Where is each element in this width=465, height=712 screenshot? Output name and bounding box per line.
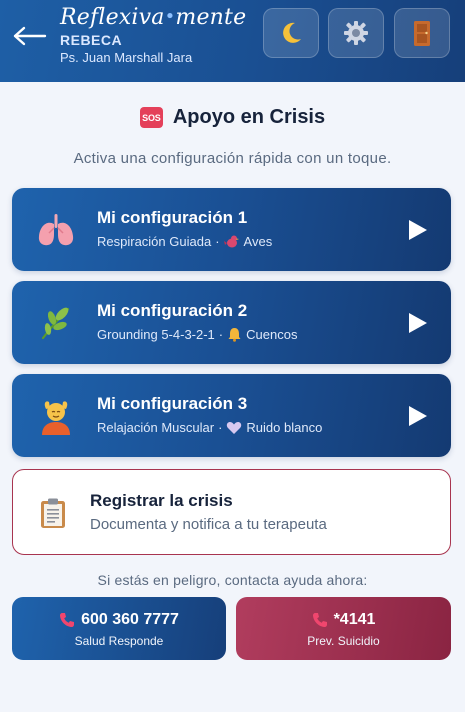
leaf-icon — [36, 303, 76, 343]
config-sound: Cuencos — [246, 327, 298, 342]
gear-icon — [344, 21, 368, 45]
call-salud-responde-button[interactable]: 600 360 7777 Salud Responde — [12, 597, 226, 660]
clipboard-icon — [41, 498, 65, 528]
massage-icon — [36, 396, 76, 436]
heart-icon — [227, 421, 242, 434]
phone-icon — [312, 613, 327, 627]
config-details: Relajación Muscular · Ruido blanco — [97, 420, 322, 435]
brand-left: Reflexiva — [60, 5, 165, 30]
help-number-text: 600 360 7777 — [81, 611, 179, 628]
bird-icon — [223, 235, 239, 248]
settings-button[interactable] — [328, 8, 384, 58]
dark-mode-button[interactable] — [263, 8, 319, 58]
config-sound: Aves — [243, 234, 273, 249]
config-technique: Grounding 5-4-3-2-1 — [97, 327, 215, 342]
help-label: Salud Responde — [74, 634, 164, 648]
help-number: 600 360 7777 — [12, 611, 226, 629]
config-technique: Relajación Muscular — [97, 420, 215, 435]
app-logo: Reflexiva•mente — [60, 5, 246, 30]
page-title-text: Apoyo en Crisis — [172, 106, 326, 128]
config-details: Grounding 5-4-3-2-1 · Cuencos — [97, 327, 297, 342]
register-subtitle: Documenta y notifica a tu terapeuta — [90, 516, 327, 533]
logout-button[interactable] — [394, 8, 450, 58]
config-separator: · — [218, 420, 223, 435]
page-title: SOS Apoyo en Crisis — [0, 106, 465, 129]
play-icon — [409, 313, 427, 333]
config-card-2[interactable]: Mi configuración 2 Grounding 5-4-3-2-1 ·… — [12, 281, 451, 364]
app-header: Reflexiva•mente REBECA Ps. Juan Marshall… — [0, 0, 465, 82]
phone-icon — [60, 613, 75, 627]
config-card-1[interactable]: Mi configuración 1 Respiración Guiada · … — [12, 188, 451, 271]
bell-icon — [228, 328, 241, 342]
brand-dot: • — [164, 6, 176, 27]
register-crisis-button[interactable]: Registrar la crisis Documenta y notifica… — [12, 469, 451, 555]
config-technique: Respiración Guiada — [97, 234, 212, 249]
config-sound: Ruido blanco — [246, 420, 323, 435]
play-icon — [409, 220, 427, 240]
help-number-text: *4141 — [333, 611, 376, 628]
page-subtitle: Activa una configuración rápida con un t… — [73, 150, 392, 167]
arrow-left-icon — [13, 26, 47, 46]
config-separator: · — [218, 327, 224, 342]
lungs-icon — [36, 210, 76, 250]
danger-text: Si estás en peligro, contacta ayuda ahor… — [97, 572, 368, 588]
register-title: Registrar la crisis — [90, 491, 233, 510]
brand-right: mente — [175, 5, 247, 30]
config-card-3[interactable]: Mi configuración 3 Relajación Muscular ·… — [12, 374, 451, 457]
config-title: Mi configuración 2 — [97, 301, 248, 320]
sos-icon: SOS — [139, 107, 163, 128]
moon-icon — [283, 22, 301, 43]
therapist-name: Ps. Juan Marshall Jara — [60, 50, 193, 65]
help-label: Prev. Suicidio — [307, 634, 380, 648]
door-icon — [414, 21, 430, 46]
config-title: Mi configuración 3 — [97, 394, 248, 413]
back-button[interactable] — [12, 20, 48, 52]
play-icon — [409, 406, 427, 426]
config-title: Mi configuración 1 — [97, 208, 248, 227]
call-prev-suicidio-button[interactable]: *4141 Prev. Suicidio — [236, 597, 451, 660]
help-number: *4141 — [236, 611, 451, 629]
config-separator: · — [215, 234, 220, 249]
config-details: Respiración Guiada · Aves — [97, 234, 272, 249]
patient-name: REBECA — [60, 32, 123, 48]
